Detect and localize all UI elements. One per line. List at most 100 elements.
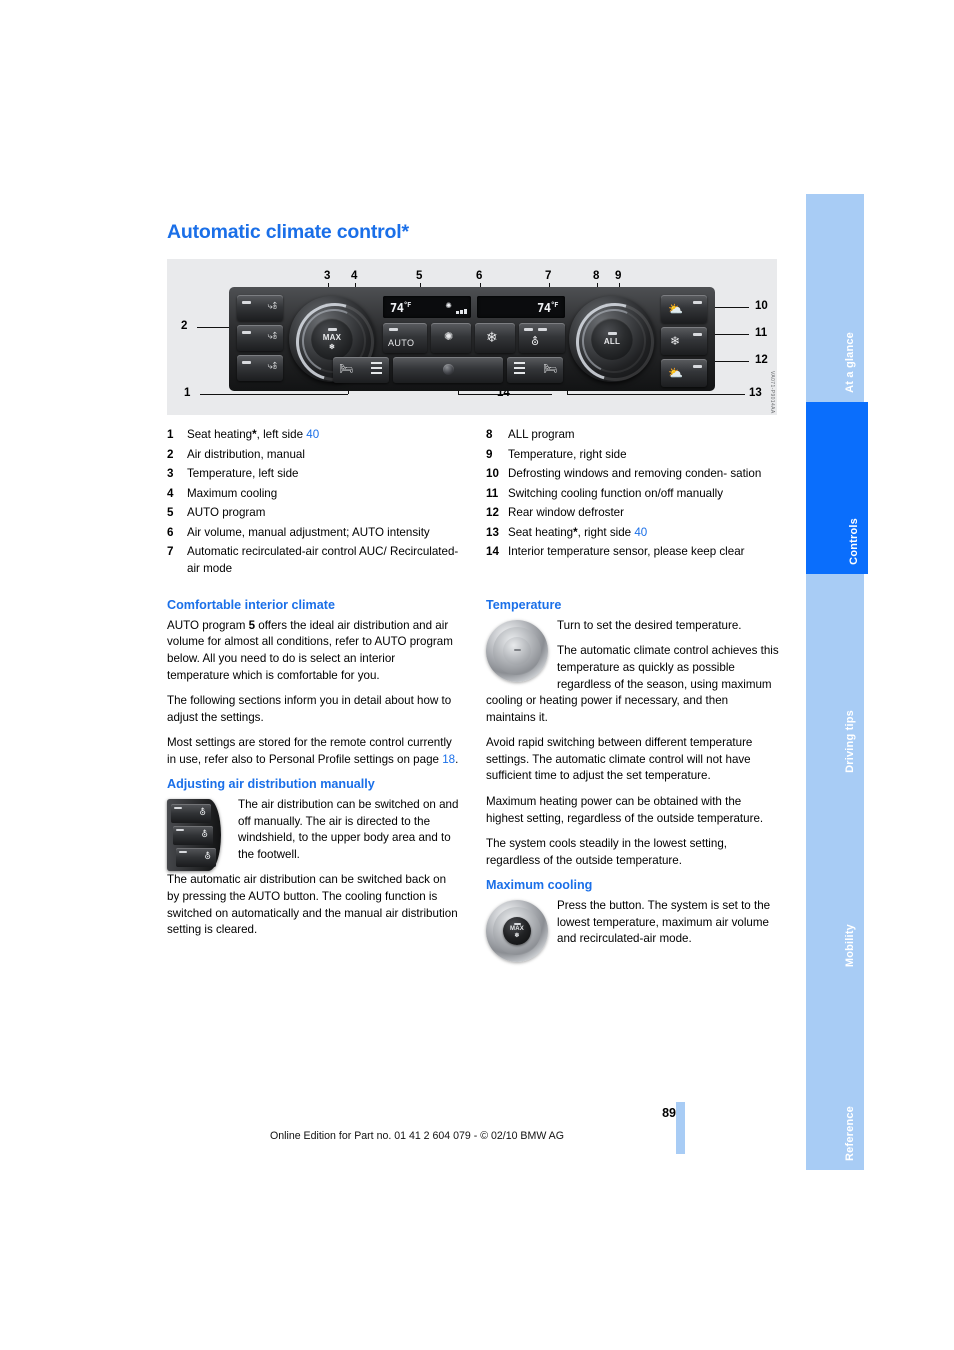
led-indicator (607, 332, 617, 336)
lcd-display-right: 74°F (477, 296, 565, 319)
temperature-knob-right[interactable]: ALL (562, 289, 668, 396)
led-indicator (174, 807, 182, 810)
air-windshield-icon: ⤷⛢ (267, 301, 277, 312)
manual-page: Automatic climate control* VA071-P9014AA (0, 0, 954, 1350)
led-indicator (513, 649, 521, 652)
paragraph: Avoid rapid switching between different … (486, 736, 753, 783)
lcd-display-left: 74°F ✺ (383, 296, 471, 319)
cooling-onoff-button[interactable]: ❄ (661, 327, 707, 356)
legend-label: Automatic recirculated-air control AUC/ … (187, 545, 459, 575)
heading-comfortable-interior-climate: Comfortable interior climate (167, 598, 335, 613)
callout-9: 9 (615, 270, 622, 283)
paragraph: Maximum heating power can be obtained wi… (486, 795, 764, 825)
rear-window-defroster-button[interactable]: ⛅ (661, 359, 707, 388)
page-reference[interactable]: 40 (634, 526, 647, 539)
lcd-fan-icon: ✺ (445, 300, 451, 312)
led-indicator-recirc (538, 328, 547, 332)
tab-label: Mobility (844, 923, 856, 967)
legend-number: 12 (486, 506, 499, 520)
figure-legend: 1 Seat heating*, left side 40 2 Air dist… (167, 427, 780, 580)
legend-number: 14 (486, 545, 499, 559)
interior-temperature-sensor (443, 364, 454, 376)
tab-label: At a glance (844, 332, 856, 393)
windshield-defrost-icon: ⛅ (668, 302, 683, 317)
max-label: MAX (510, 926, 524, 933)
legend-number: 4 (167, 486, 174, 500)
air-footwell-icon: ⛢ (204, 851, 211, 862)
rear-defrost-icon: ⛅ (668, 366, 683, 381)
legend-item: 8 ALL program (486, 427, 779, 443)
led-indicator (693, 333, 702, 337)
callout-6: 6 (476, 270, 483, 283)
led-indicator (513, 923, 521, 926)
air-upper-body-icon: ⛢ (201, 829, 208, 840)
legend-label: Seat heating*, right side 40 (508, 525, 648, 539)
legend-label: Air distribution, manual (187, 447, 305, 461)
heading-adjusting-air-distribution: Adjusting air distribution manually (167, 777, 375, 792)
callout-13: 13 (749, 387, 762, 400)
seat-heating-right-button[interactable]: 🛏 (507, 357, 563, 384)
led-indicator (179, 851, 187, 854)
recirculated-air-button[interactable]: ⛢ (519, 323, 565, 354)
legend-item: 12 Rear window defroster (486, 505, 779, 521)
legend-number: 2 (167, 447, 174, 461)
leader-line (200, 394, 348, 396)
page-reference[interactable]: 18 (442, 753, 455, 766)
snowflake-icon: ❄ (514, 933, 520, 940)
snowflake-icon: ❄ (328, 343, 336, 351)
legend-item: 10 Defrosting windows and removing conde… (486, 466, 779, 482)
air-distribution-windshield-button[interactable]: ⤷⛢ (237, 295, 283, 322)
leader-line (567, 394, 745, 396)
led-indicator (693, 301, 702, 305)
lcd-left-temperature: 74°F (390, 301, 411, 316)
air-distribution-thumb-button: ⛢ (171, 804, 211, 824)
tab-driving-tips[interactable]: Driving tips (806, 574, 864, 782)
legend-item: 9 Temperature, right side (486, 447, 779, 463)
page-reference[interactable]: 40 (306, 428, 319, 441)
heading-maximum-cooling: Maximum cooling (486, 878, 593, 893)
air-distribution-upper-body-button[interactable]: ⤷⛢ (237, 325, 283, 352)
led-indicator (327, 327, 337, 331)
paragraph: AUTO program 5 offers the ideal air dist… (167, 618, 453, 682)
legend-item: 14 Interior temperature sensor, please k… (486, 544, 779, 560)
air-distribution-footwell-button[interactable]: ⤷⛢ (237, 355, 283, 382)
seat-level-bars-right (514, 362, 525, 375)
fan-decrease-button[interactable]: ✺ (431, 323, 471, 354)
paragraph: The automatic air distribution can be sw… (167, 873, 458, 937)
legend-column-left: 1 Seat heating*, left side 40 2 Air dist… (167, 427, 460, 580)
legend-number: 9 (486, 447, 493, 461)
windshield-defrost-button[interactable]: ⛅ (661, 295, 707, 324)
legend-number: 8 (486, 428, 493, 442)
callout-4: 4 (351, 270, 358, 283)
max-label: MAX (322, 332, 342, 342)
tab-controls[interactable]: Controls (806, 402, 868, 574)
max-button-hub: MAX ❄ (503, 917, 531, 946)
tab-label: Driving tips (844, 710, 856, 773)
legend-number: 7 (167, 545, 174, 559)
fan-increase-button[interactable]: ❄ (475, 323, 515, 354)
air-distribution-panel-graphic: ⛢ ⛢ ⛢ (167, 799, 221, 872)
tab-at-a-glance[interactable]: At a glance (806, 194, 864, 402)
tab-mobility[interactable]: Mobility (806, 782, 864, 976)
legend-label: Seat heating*, left side 40 (187, 428, 320, 442)
seat-heating-left-button[interactable]: 🛏 (333, 357, 389, 384)
legend-label: Defrosting windows and removing conden- … (508, 467, 762, 481)
callout-7: 7 (545, 270, 552, 283)
callout-1: 1 (184, 387, 191, 400)
auto-program-button[interactable]: AUTO (383, 323, 427, 354)
seat-heating-right-icon: 🛏 (543, 363, 557, 376)
seat-level-bars-left (371, 362, 382, 375)
maximum-cooling-knob-thumbnail: MAX ❄ (486, 900, 548, 963)
callout-3: 3 (324, 270, 331, 283)
legend-number: 5 (167, 506, 174, 520)
air-distribution-thumbnail: ⛢ ⛢ ⛢ (167, 799, 229, 872)
page-content: Automatic climate control* VA071-P9014AA (167, 221, 780, 963)
callout-10: 10 (755, 300, 768, 313)
legend-label: Air volume, manual adjustment; AUTO inte… (187, 525, 430, 539)
leader-line (197, 327, 233, 329)
paragraph: The following sections inform you in det… (167, 694, 452, 724)
tab-reference[interactable]: Reference (806, 976, 864, 1170)
lcd-fan-level-bars (456, 309, 467, 315)
callout-5: 5 (416, 270, 423, 283)
sensor-panel (393, 357, 503, 384)
